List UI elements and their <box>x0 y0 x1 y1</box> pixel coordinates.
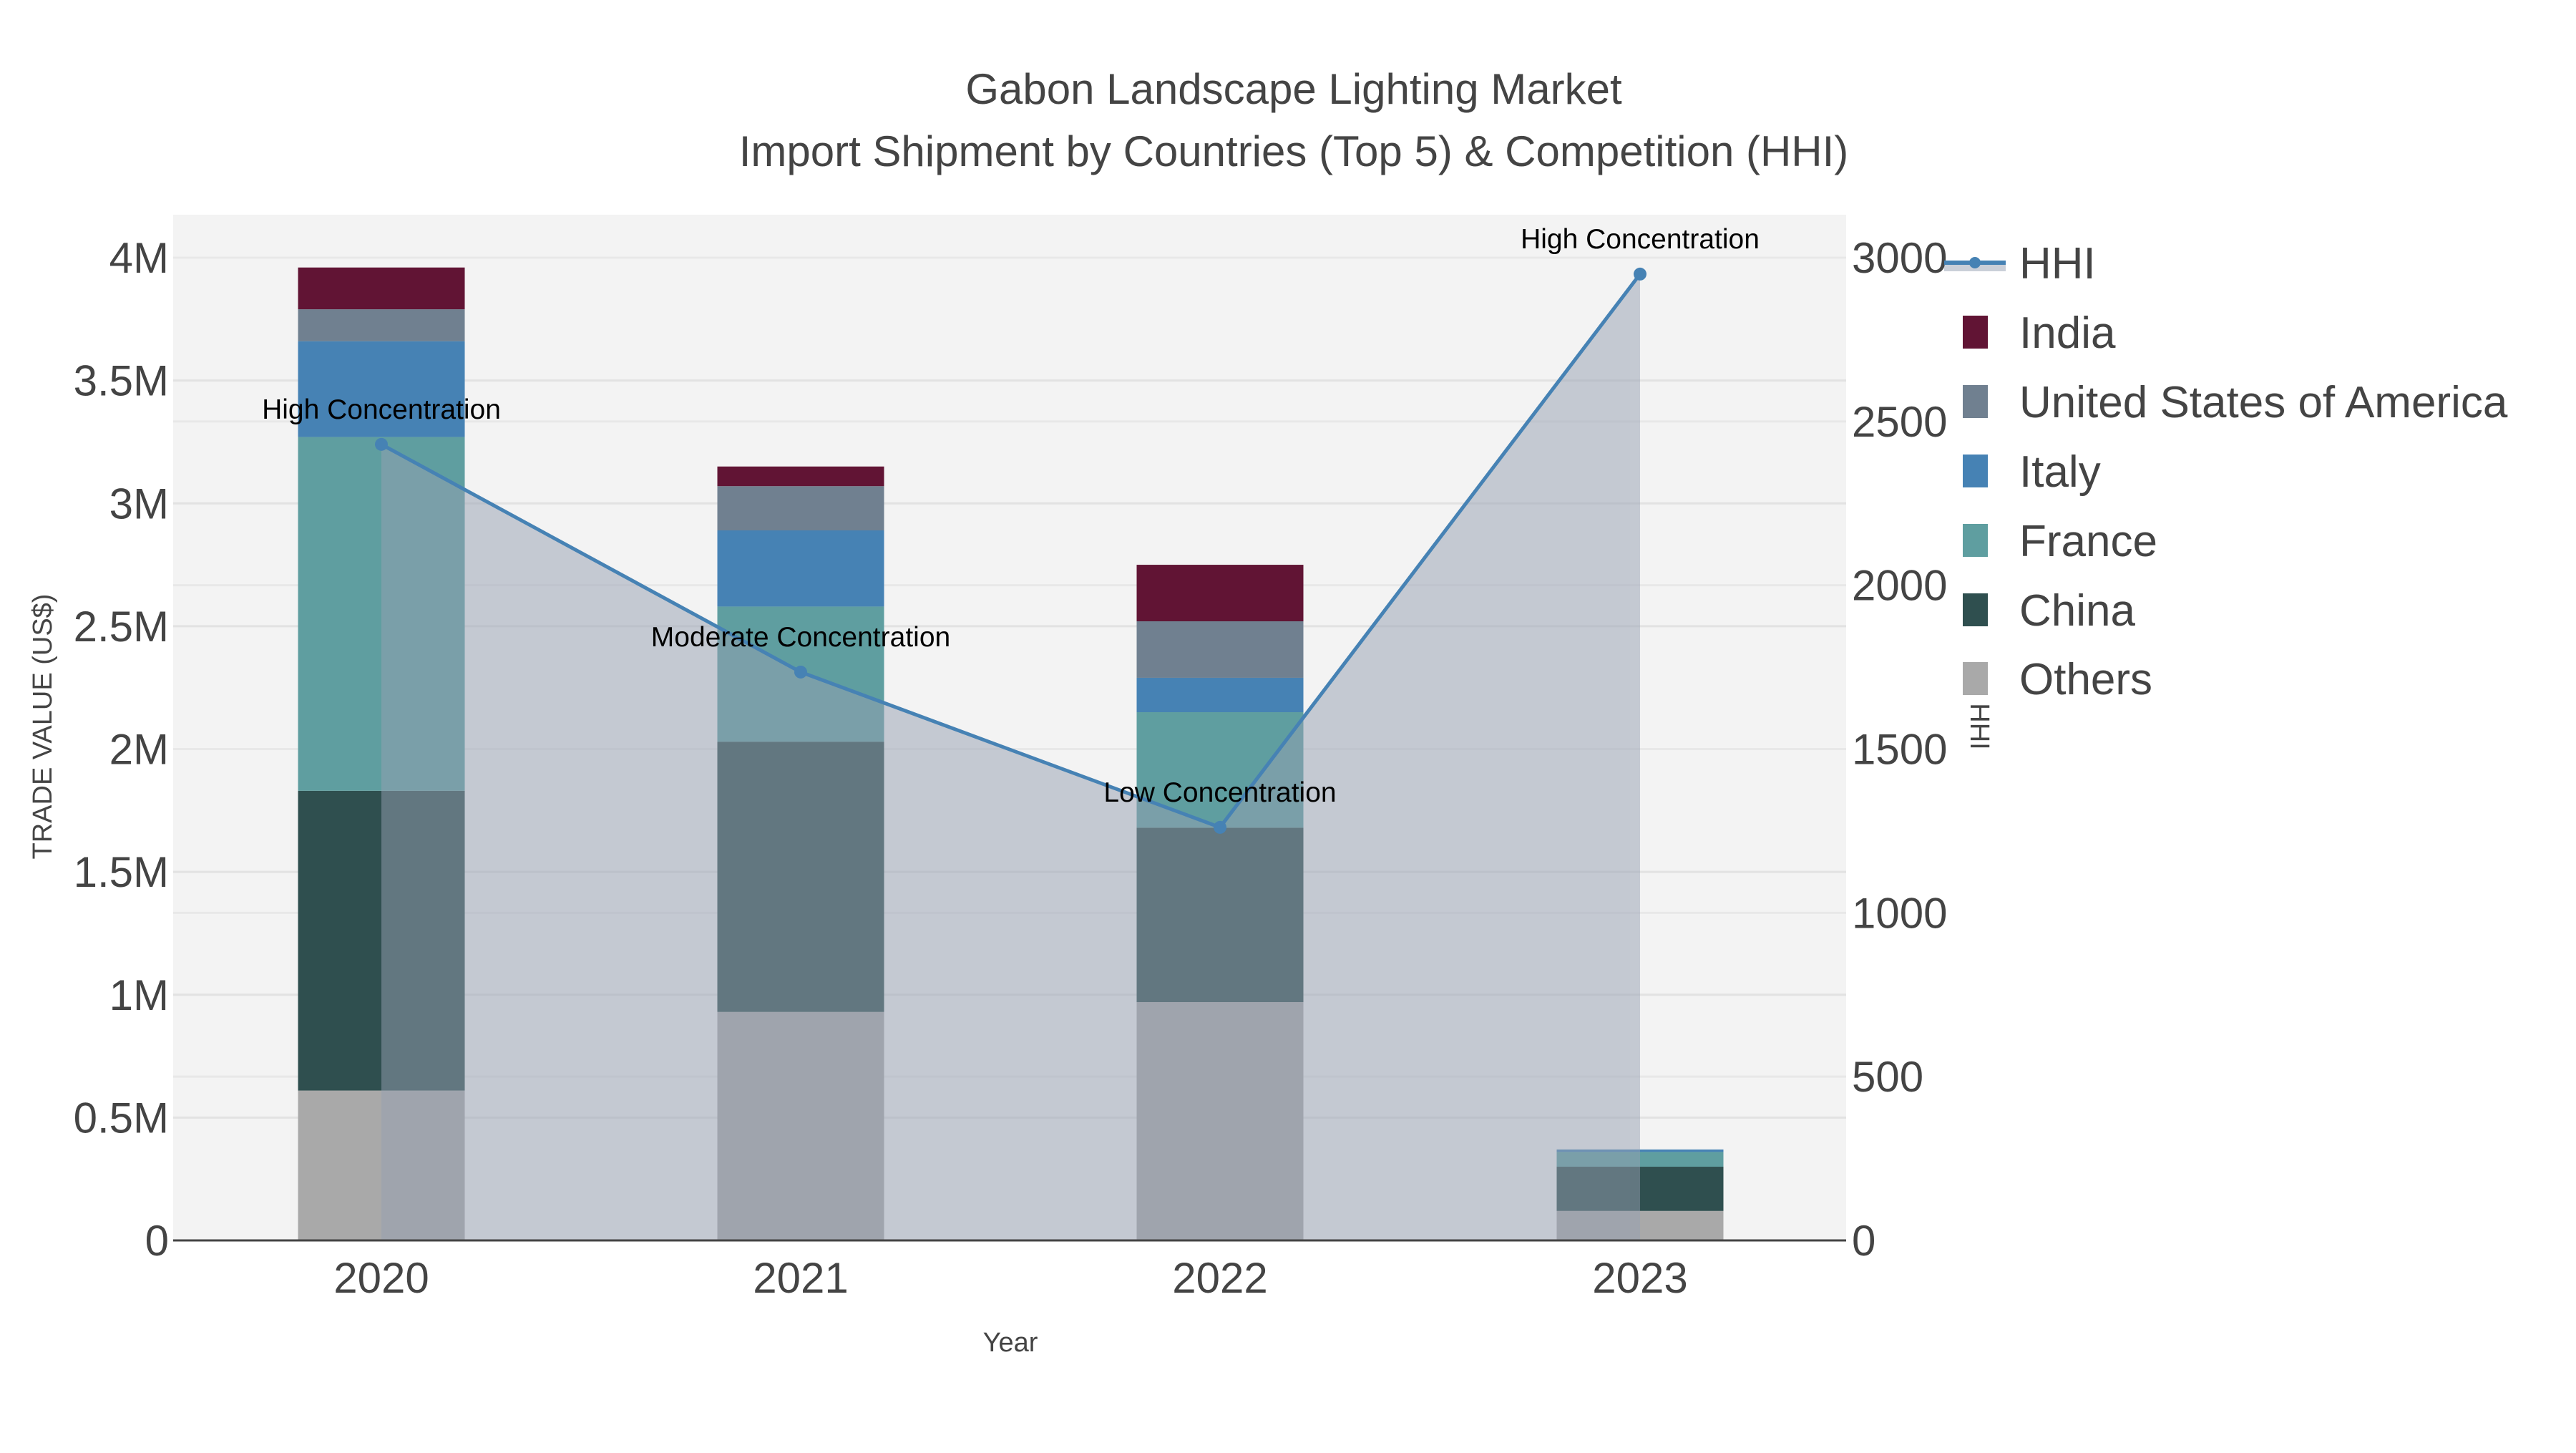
legend-swatch <box>1963 662 1988 695</box>
legend-item-italy[interactable]: Italy <box>1963 447 2101 497</box>
hhi-point-2023 <box>1634 267 1646 281</box>
bar-india-2022 <box>1136 565 1304 622</box>
y2-tick-label: 0 <box>1852 1217 1875 1265</box>
chart-title: Gabon Landscape Lighting Market <box>965 65 1622 113</box>
legend-item-india[interactable]: India <box>1963 308 2116 358</box>
legend-label: China <box>2019 586 2136 636</box>
legend-item-others[interactable]: Others <box>1963 655 2152 704</box>
legend-swatch <box>1963 385 1988 418</box>
y-tick-label: 0.5M <box>74 1094 169 1142</box>
hhi-annotation: High Concentration <box>262 394 501 425</box>
x-tick-label: 2021 <box>753 1254 848 1302</box>
hhi-point-2020 <box>375 437 388 451</box>
bar-united-states-of-america-2020 <box>298 309 465 341</box>
legend-label: India <box>2019 308 2116 358</box>
bar-italy-2021 <box>717 530 884 607</box>
legend-swatch <box>1963 316 1988 349</box>
legend-item-united-states-of-america[interactable]: United States of America <box>1963 378 2508 427</box>
legend-swatch <box>1963 524 1988 557</box>
y-axis-title: TRADE VALUE (US$) <box>28 594 58 860</box>
y2-tick-label: 500 <box>1852 1053 1923 1101</box>
y-tick-label: 3.5M <box>74 357 169 405</box>
y2-tick-label: 1500 <box>1852 726 1947 774</box>
legend-item-china[interactable]: China <box>1963 586 2136 636</box>
hhi-point-2021 <box>794 665 807 679</box>
legend-label: United States of America <box>2019 378 2508 427</box>
y2-tick-label: 3000 <box>1852 234 1947 282</box>
legend-item-hhi[interactable]: HHI <box>1944 239 2096 288</box>
y2-tick-label: 2000 <box>1852 562 1947 610</box>
bar-italy-2022 <box>1136 677 1304 713</box>
y-tick-label: 2M <box>109 726 169 774</box>
y-tick-label: 1M <box>109 971 169 1019</box>
x-tick-label: 2020 <box>333 1254 429 1302</box>
legend-label: France <box>2019 517 2157 566</box>
bar-united-states-of-america-2022 <box>1136 621 1304 678</box>
chart: High Concentration Moderate Concentration… <box>28 65 2508 1358</box>
y-tick-label: 3M <box>109 480 169 528</box>
bar-united-states-of-america-2021 <box>717 486 884 531</box>
y-tick-label: 4M <box>109 234 169 282</box>
x-tick-label: 2022 <box>1172 1254 1267 1302</box>
legend-label: HHI <box>2019 239 2096 288</box>
hhi-annotation: High Concentration <box>1521 224 1760 255</box>
legend-swatch-marker <box>1969 257 1981 268</box>
y-tick-label: 1.5M <box>74 848 169 896</box>
y2-axis-title: HHI <box>1964 703 1994 749</box>
y-tick-label: 0 <box>145 1217 169 1265</box>
legend-item-france[interactable]: France <box>1963 517 2157 566</box>
y2-tick-label: 1000 <box>1852 889 1947 937</box>
bar-india-2021 <box>717 466 884 487</box>
hhi-annotation: Low Concentration <box>1103 777 1336 808</box>
hhi-point-2022 <box>1214 820 1226 834</box>
x-tick-label: 2023 <box>1592 1254 1687 1302</box>
legend-label: Others <box>2019 655 2152 704</box>
x-axis-title: Year <box>983 1328 1038 1358</box>
bar-india-2020 <box>298 267 465 310</box>
y-tick-label: 2.5M <box>74 603 169 651</box>
legend-swatch <box>1963 455 1988 487</box>
legend-swatch <box>1963 593 1988 626</box>
y2-tick-label: 2500 <box>1852 398 1947 446</box>
hhi-annotation: Moderate Concentration <box>651 622 950 653</box>
chart-subtitle: Import Shipment by Countries (Top 5) & C… <box>739 127 1849 175</box>
legend-label: Italy <box>2019 447 2101 497</box>
